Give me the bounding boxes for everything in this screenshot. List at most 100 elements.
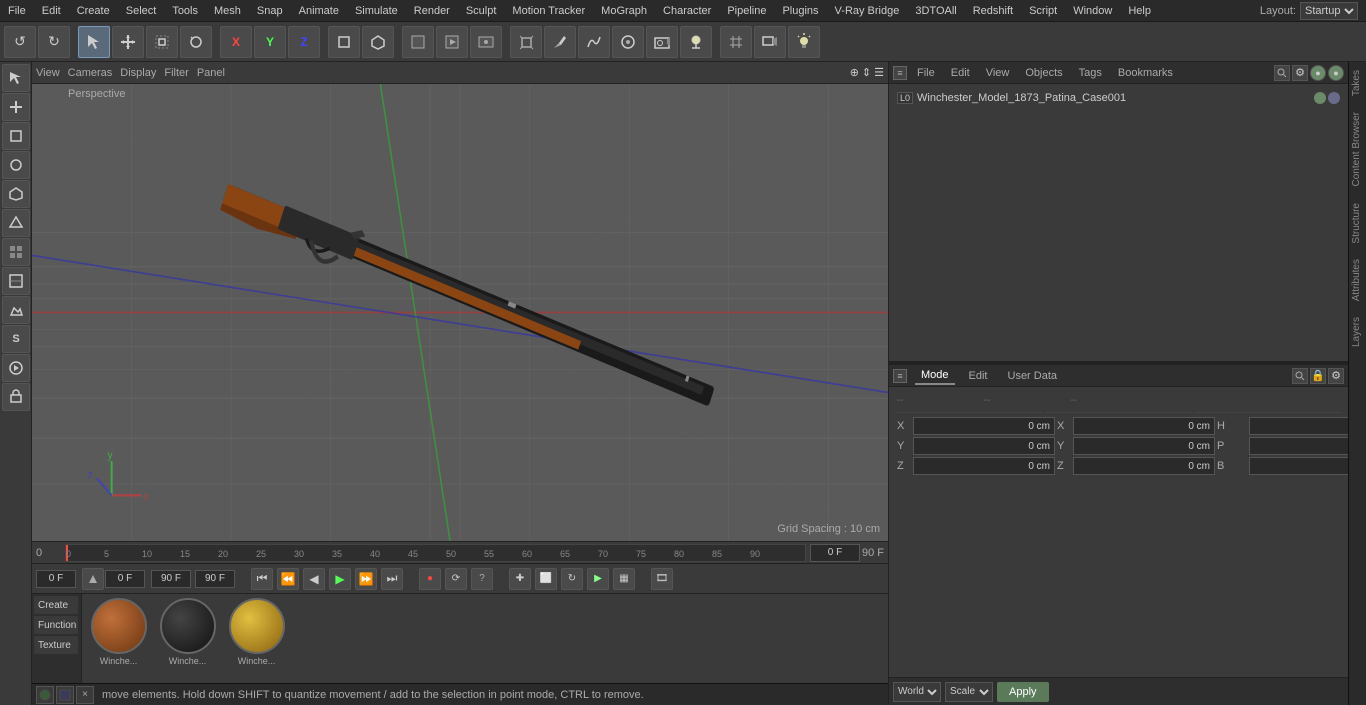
pen-tool-button[interactable] — [544, 26, 576, 58]
attr-tab-userdata[interactable]: User Data — [1002, 368, 1064, 384]
z-pos-input[interactable] — [913, 457, 1055, 475]
spline-tool-button[interactable] — [578, 26, 610, 58]
menu-create[interactable]: Create — [69, 3, 118, 19]
x-pos-input[interactable] — [913, 417, 1055, 435]
undo-button[interactable]: ↺ — [4, 26, 36, 58]
question-button[interactable]: ? — [471, 568, 493, 590]
menu-simulate[interactable]: Simulate — [347, 3, 406, 19]
redo-button[interactable]: ↻ — [38, 26, 70, 58]
x-scale-input[interactable] — [1073, 417, 1215, 435]
cameras-menu[interactable]: Cameras — [68, 67, 113, 79]
attr-settings-icon[interactable]: ⚙ — [1328, 368, 1344, 384]
material-function[interactable]: Function — [34, 616, 78, 634]
left-tool-6[interactable] — [2, 238, 30, 266]
apply-button[interactable]: Apply — [997, 682, 1049, 702]
display-menu[interactable]: Display — [120, 67, 156, 79]
menu-help[interactable]: Help — [1120, 3, 1159, 19]
right-tab-objects[interactable]: Objects — [1019, 65, 1068, 81]
goto-end-button[interactable]: ⏭ — [381, 568, 403, 590]
view-menu[interactable]: View — [36, 67, 60, 79]
menu-sculpt[interactable]: Sculpt — [458, 3, 505, 19]
record-button[interactable]: ● — [419, 568, 441, 590]
viewport-arrows[interactable]: ⇕ — [862, 66, 871, 79]
playback-current-input[interactable] — [105, 570, 145, 588]
menu-snap[interactable]: Snap — [249, 3, 291, 19]
edge-tab-structure[interactable]: Structure — [1349, 195, 1366, 252]
playback-arrow-up[interactable] — [82, 568, 104, 590]
filter-menu[interactable]: Filter — [164, 67, 188, 79]
left-tool-2[interactable] — [2, 122, 30, 150]
left-tool-0[interactable] — [2, 64, 30, 92]
playback-end-input-1[interactable] — [151, 570, 191, 588]
left-tool-s[interactable]: S — [2, 325, 30, 353]
light-button[interactable] — [680, 26, 712, 58]
material-item-0[interactable]: Winche... — [86, 598, 151, 666]
next-frame-button[interactable]: ⏩ — [355, 568, 377, 590]
timeline-ruler[interactable]: 0 5 10 15 20 25 30 35 40 45 50 55 60 65 … — [65, 544, 806, 562]
menu-character[interactable]: Character — [655, 3, 719, 19]
menu-select[interactable]: Select — [118, 3, 165, 19]
menu-window[interactable]: Window — [1065, 3, 1120, 19]
menu-script[interactable]: Script — [1021, 3, 1065, 19]
material-item-2[interactable]: Winche... — [224, 598, 289, 666]
menu-mograph[interactable]: MoGraph — [593, 3, 655, 19]
left-tool-3[interactable] — [2, 151, 30, 179]
paint-button[interactable] — [612, 26, 644, 58]
loop-button[interactable]: ⟳ — [445, 568, 467, 590]
cube-view-button[interactable] — [510, 26, 542, 58]
menu-edit[interactable]: Edit — [34, 3, 69, 19]
viewport-maximize[interactable]: ⊕ — [850, 66, 859, 79]
right-tab-tags[interactable]: Tags — [1073, 65, 1108, 81]
panel-menu[interactable]: Panel — [197, 67, 225, 79]
attr-search-icon[interactable] — [1292, 368, 1308, 384]
menu-mesh[interactable]: Mesh — [206, 3, 249, 19]
status-window-icon[interactable] — [56, 686, 74, 704]
edge-tab-layers[interactable]: Layers — [1349, 309, 1366, 355]
edge-tab-content-browser[interactable]: Content Browser — [1349, 104, 1366, 194]
menu-tools[interactable]: Tools — [164, 3, 206, 19]
playback-start-input[interactable] — [36, 570, 76, 588]
menu-animate[interactable]: Animate — [291, 3, 347, 19]
viewport[interactable]: x y z Perspective Grid Spacing : 10 cm — [32, 84, 888, 541]
status-render-icon[interactable] — [36, 686, 54, 704]
object-tag-2[interactable] — [1328, 92, 1340, 104]
y-axis-button[interactable]: Y — [254, 26, 286, 58]
play-reverse-button[interactable]: ◀ — [303, 568, 325, 590]
menu-plugins[interactable]: Plugins — [774, 3, 826, 19]
attr-lock-icon[interactable]: 🔒 — [1310, 368, 1326, 384]
render-view-button[interactable] — [436, 26, 468, 58]
render-region-button[interactable] — [402, 26, 434, 58]
play-button[interactable]: ▶ — [329, 568, 351, 590]
material-item-1[interactable]: Winche... — [155, 598, 220, 666]
grid-button[interactable] — [720, 26, 752, 58]
camera-button[interactable] — [646, 26, 678, 58]
left-tool-7[interactable] — [2, 267, 30, 295]
rotate-tool-button[interactable] — [180, 26, 212, 58]
goto-start-button[interactable]: ⏮ — [251, 568, 273, 590]
y-pos-input[interactable] — [913, 437, 1055, 455]
edge-tab-takes[interactable]: Takes — [1349, 62, 1366, 104]
play-mode-pb[interactable]: ▶ — [587, 568, 609, 590]
render-to-picture-button[interactable] — [470, 26, 502, 58]
left-tool-1[interactable] — [2, 93, 30, 121]
right-tab-view[interactable]: View — [980, 65, 1016, 81]
left-tool-11[interactable] — [2, 383, 30, 411]
rotate-tool-pb[interactable]: ↻ — [561, 568, 583, 590]
panel-settings-icon[interactable]: ⚙ — [1292, 65, 1308, 81]
menu-pipeline[interactable]: Pipeline — [719, 3, 774, 19]
right-tab-file[interactable]: File — [911, 65, 941, 81]
film-button[interactable]: 🎞 — [651, 568, 673, 590]
left-tool-8[interactable] — [2, 296, 30, 324]
panel-search-icon[interactable] — [1274, 65, 1290, 81]
polygon-mode-button[interactable] — [362, 26, 394, 58]
menu-vray[interactable]: V-Ray Bridge — [827, 3, 908, 19]
viewport-settings[interactable]: ☰ — [874, 66, 884, 79]
scale-tool-button[interactable] — [146, 26, 178, 58]
timeline-current-frame[interactable] — [810, 544, 860, 562]
grid-pb[interactable]: ▦ — [613, 568, 635, 590]
menu-redshift[interactable]: Redshift — [965, 3, 1021, 19]
left-tool-10[interactable] — [2, 354, 30, 382]
menu-3dtoall[interactable]: 3DTOAll — [907, 3, 964, 19]
z-axis-button[interactable]: Z — [288, 26, 320, 58]
select-tool-button[interactable] — [78, 26, 110, 58]
